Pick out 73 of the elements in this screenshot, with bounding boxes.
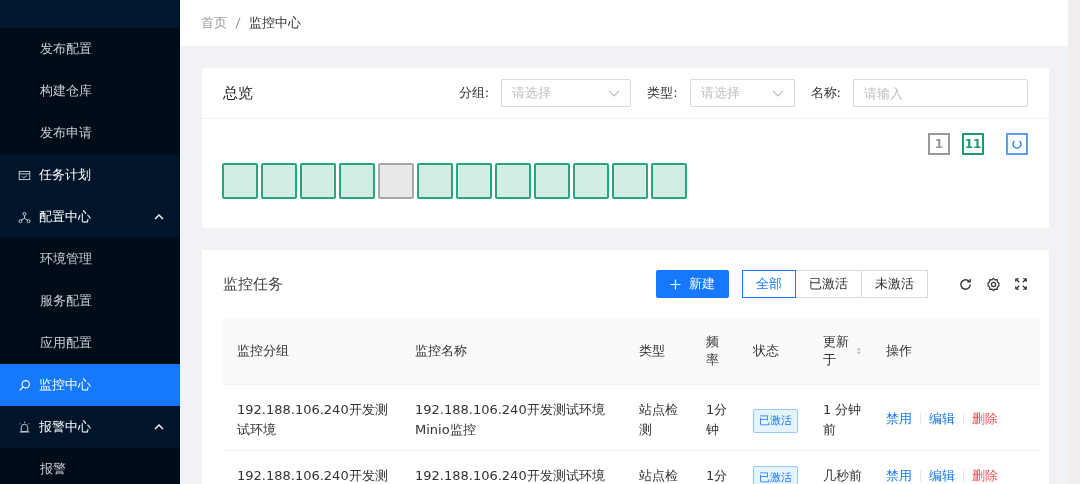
table-cell: 站点检: [625, 450, 692, 484]
refresh-button[interactable]: [1006, 133, 1028, 155]
search-icon: [18, 378, 31, 392]
reload-icon[interactable]: [958, 276, 973, 292]
status-square[interactable]: [378, 163, 414, 199]
table-cell: 站点检测: [625, 384, 692, 451]
sort-icon: [856, 345, 862, 357]
column-header: 状态: [743, 318, 809, 385]
submenu-item[interactable]: 应用配置: [0, 322, 180, 364]
alarm-icon: [18, 420, 31, 434]
filter-label: 分组:: [458, 84, 490, 102]
action-link[interactable]: 禁用: [886, 466, 912, 484]
status-square[interactable]: [573, 163, 609, 199]
filter-label: 类型:: [647, 84, 678, 102]
breadcrumb-separator: [235, 17, 241, 29]
status-square[interactable]: [261, 163, 297, 199]
table-cell: 1分: [692, 450, 743, 484]
menu-item[interactable]: 任务计划: [0, 154, 180, 196]
submenu-item[interactable]: 发布申请: [0, 112, 180, 154]
table-cell: 192.188.106.240开发测试环境: [401, 450, 625, 484]
submenu-item[interactable]: 发布配置: [0, 28, 180, 70]
status-square[interactable]: [456, 163, 492, 199]
submenu-item[interactable]: 报警: [0, 448, 180, 484]
submenu-item[interactable]: 构建仓库: [0, 70, 180, 112]
filter-label: 名称:: [810, 84, 841, 102]
plus-icon: [670, 278, 681, 290]
table-cell: 192.188.106.240开发测试环境: [223, 384, 401, 451]
submenu-item[interactable]: 环境管理: [0, 238, 180, 280]
action-link[interactable]: 编辑: [929, 409, 955, 429]
menu-item[interactable]: 报警中心: [0, 406, 180, 448]
action-link[interactable]: 编辑: [929, 466, 955, 484]
chevron-down-icon: [771, 89, 784, 97]
card-title: 总览: [223, 83, 253, 103]
count-badge: 1: [928, 133, 950, 155]
table-cell: 1分钟: [692, 384, 743, 451]
menu-item[interactable]: 配置中心: [0, 196, 180, 238]
status-square[interactable]: [495, 163, 531, 199]
calendar-icon: [18, 168, 31, 182]
table-cell: 192.188.106.240开发测试环境Minio监控: [401, 384, 625, 451]
settings-icon[interactable]: [986, 276, 1001, 292]
status-square[interactable]: [417, 163, 453, 199]
menu-item[interactable]: 监控中心: [0, 364, 180, 406]
filter-tab[interactable]: 全部: [742, 270, 796, 298]
network-icon: [18, 210, 31, 224]
column-header: 监控名称: [401, 318, 625, 385]
table-cell: 几秒前: [809, 450, 876, 484]
table-cell: 1 分钟前: [809, 384, 876, 451]
input-field[interactable]: 请输入: [853, 79, 1028, 107]
column-header: 操作: [876, 318, 1040, 385]
action-link[interactable]: 禁用: [886, 409, 912, 429]
fullscreen-icon[interactable]: [1014, 277, 1028, 291]
count-badge: 11: [962, 133, 984, 155]
column-header: 频率: [692, 318, 743, 385]
chevron-down-icon: [608, 89, 621, 97]
column-header: 监控分组: [223, 318, 401, 385]
submenu-item[interactable]: 服务配置: [0, 280, 180, 322]
column-header: 类型: [625, 318, 692, 385]
status-tag: 已激活: [753, 466, 798, 484]
status-square[interactable]: [612, 163, 648, 199]
breadcrumb-link[interactable]: 监控中心: [249, 14, 301, 32]
status-tag: 已激活: [753, 409, 798, 433]
table-cell: 192.188.106.240开发测: [223, 450, 401, 484]
refresh-icon: [1011, 138, 1023, 150]
status-square[interactable]: [534, 163, 570, 199]
filter-tab[interactable]: 未激活: [861, 270, 928, 298]
new-button[interactable]: 新建: [656, 270, 729, 298]
status-square[interactable]: [651, 163, 687, 199]
status-square[interactable]: [339, 163, 375, 199]
status-square[interactable]: [222, 163, 258, 199]
column-header[interactable]: 更新于: [809, 318, 876, 385]
filter-tab[interactable]: 已激活: [795, 270, 862, 298]
status-square[interactable]: [300, 163, 336, 199]
card-title: 监控任务: [223, 274, 283, 294]
